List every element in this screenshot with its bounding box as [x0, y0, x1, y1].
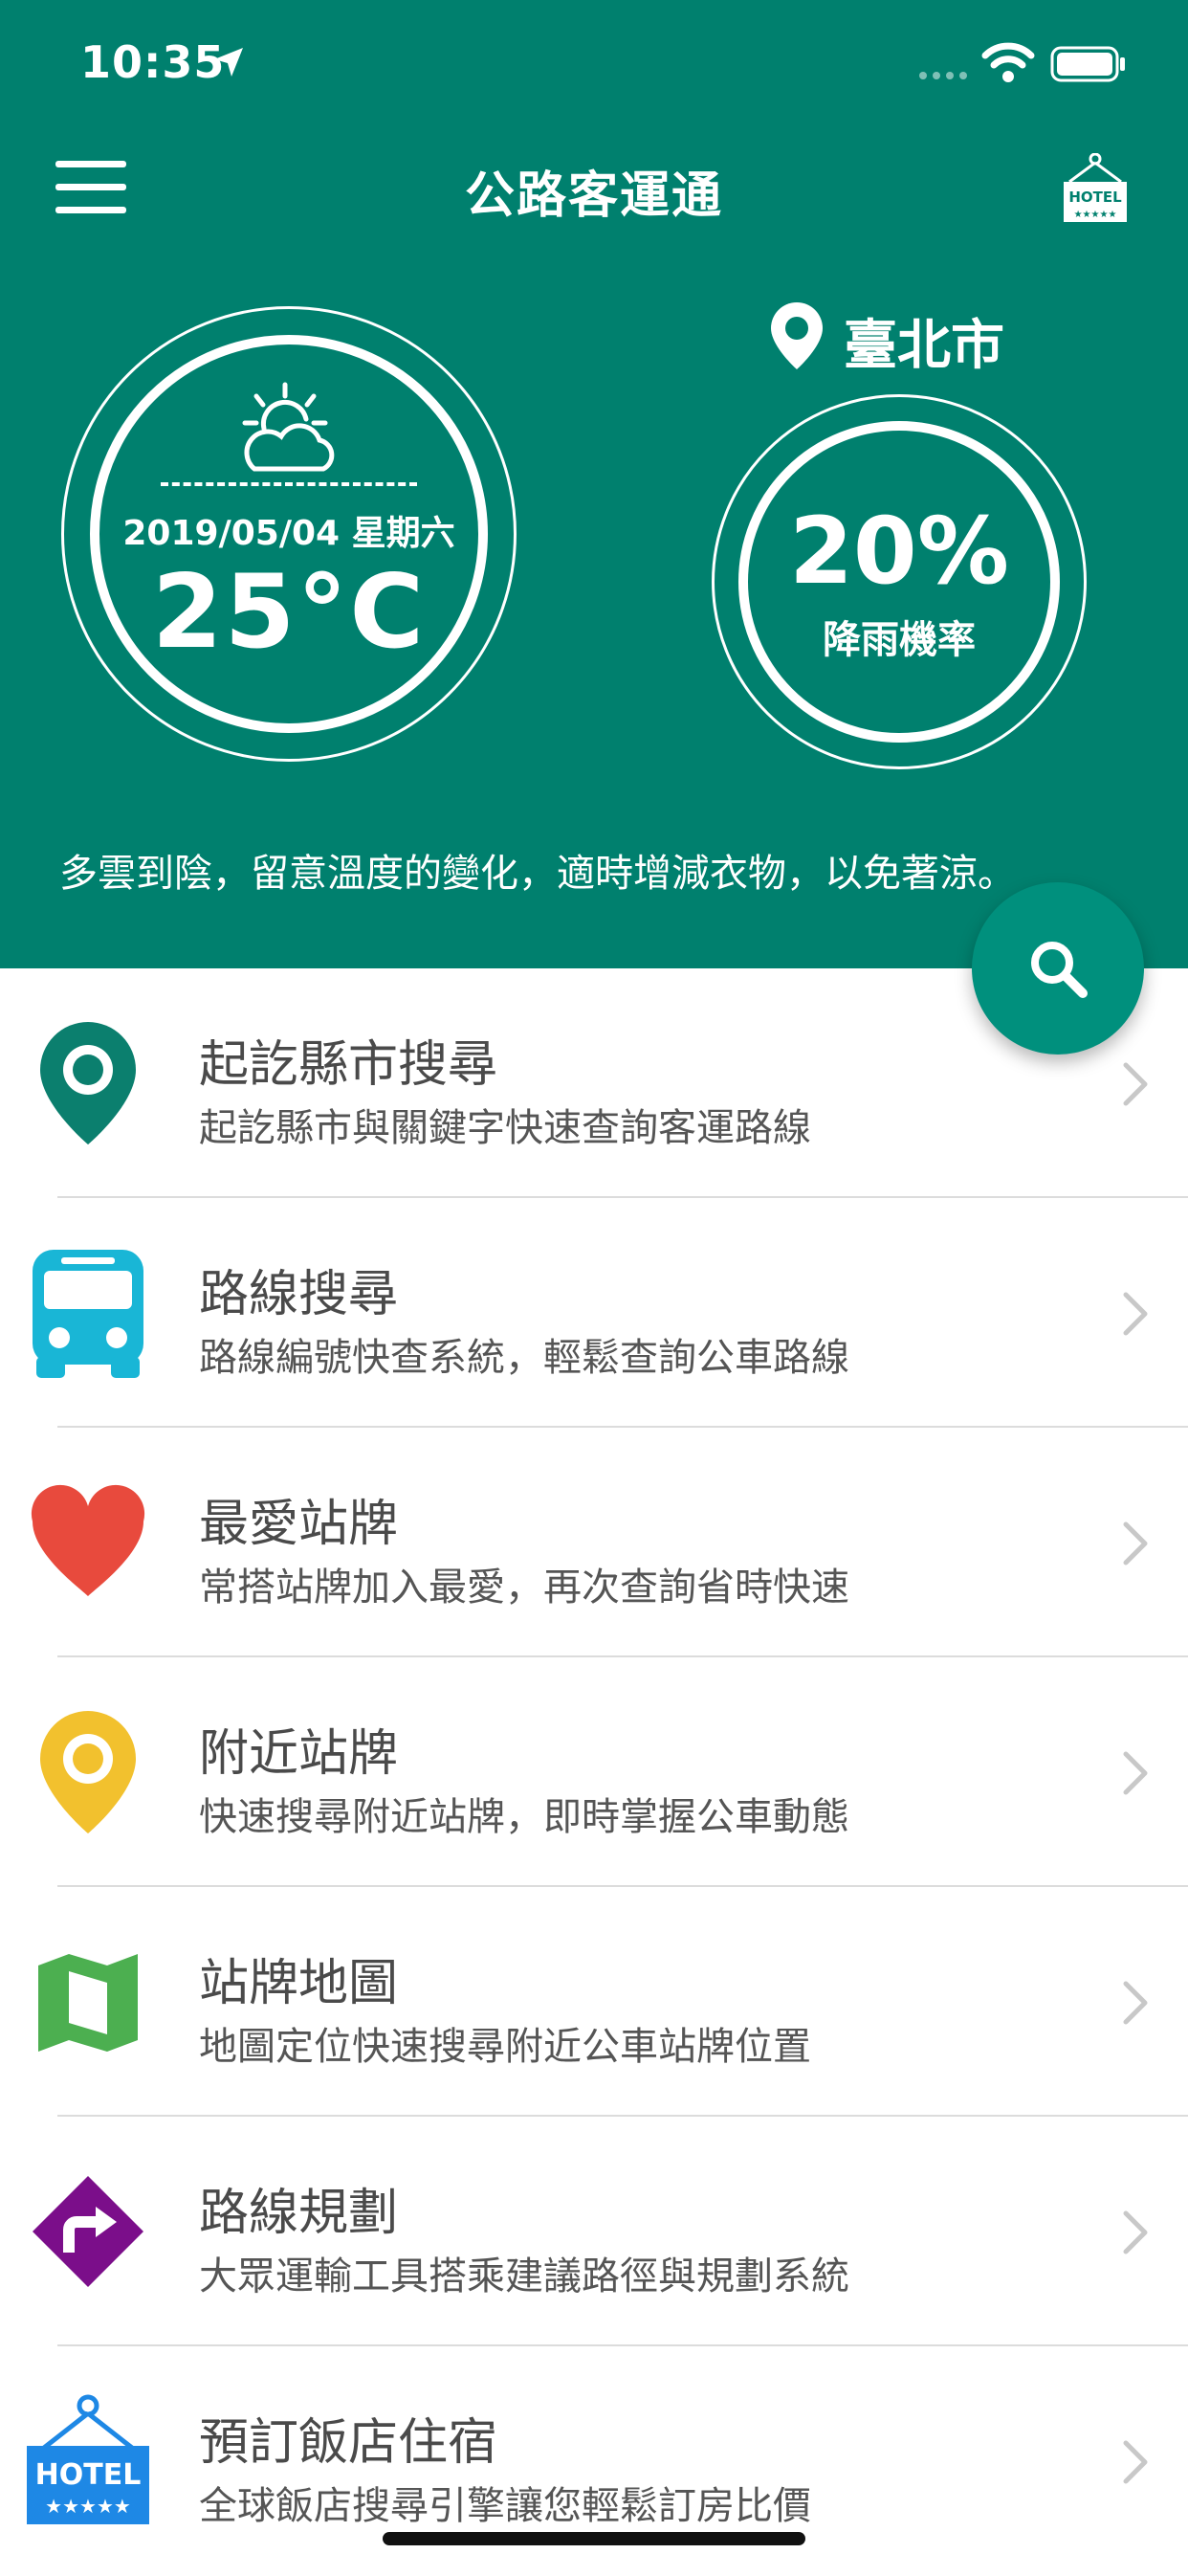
- weather-tip: 多雲到陰，留意溫度的變化，適時增減衣物，以免著涼。: [59, 852, 1016, 896]
- menu-item-title: 起訖縣市搜尋: [199, 1036, 498, 1094]
- map-icon: [38, 1954, 138, 2052]
- chevron-right-icon: [1123, 2440, 1148, 2484]
- hotel-sign-text: HOTEL: [35, 2458, 142, 2492]
- hotel-sign-stars: ★★★★★: [1074, 210, 1117, 220]
- location-arrow-icon: [214, 48, 243, 77]
- hotel-sign-icon: HOTEL ★★★★★: [27, 2394, 149, 2524]
- bus-icon: [33, 1250, 143, 1378]
- menu-item-stop-map[interactable]: 站牌地圖 地圖定位快速搜尋附近公車站牌位置: [0, 1887, 1188, 2117]
- hotel-sign-icon[interactable]: HOTEL ★★★★★: [1060, 153, 1131, 226]
- menu-item-city-search[interactable]: 起訖縣市搜尋 起訖縣市與關鍵字快速查詢客運路線: [0, 968, 1188, 1198]
- menu-item-favorite-stops[interactable]: 最愛站牌 常搭站牌加入最愛，再次查詢省時快速: [0, 1428, 1188, 1657]
- menu-item-desc: 大眾運輸工具搭乘建議路徑與規劃系統: [199, 2254, 849, 2298]
- chevron-right-icon: [1123, 1521, 1148, 1566]
- location-pin-icon: [40, 1711, 136, 1833]
- hotel-sign-stars: ★★★★★: [45, 2495, 131, 2518]
- menu-item-title: 站牌地圖: [199, 1955, 399, 2012]
- menu-item-desc: 起訖縣市與關鍵字快速查詢客運路線: [199, 1106, 811, 1150]
- menu-item-desc: 全球飯店搜尋引擎讓您輕鬆訂房比價: [199, 2484, 811, 2528]
- chevron-right-icon: [1123, 1292, 1148, 1336]
- chevron-right-icon: [1123, 1751, 1148, 1795]
- menu-item-desc: 常搭站牌加入最愛，再次查詢省時快速: [199, 1566, 849, 1610]
- wifi-icon: [981, 42, 1035, 82]
- menu-item-title: 預訂飯店住宿: [199, 2414, 498, 2472]
- menu-item-title: 路線規劃: [199, 2185, 399, 2242]
- location-pin-icon: [40, 1022, 136, 1144]
- signal-dots-icon: [919, 72, 967, 79]
- menu-item-route-planning[interactable]: 路線規劃 大眾運輸工具搭乘建議路徑與規劃系統: [0, 2117, 1188, 2346]
- menu-item-desc: 路線編號快查系統，輕鬆查詢公車路線: [199, 1336, 849, 1380]
- temperature: 25°C: [151, 553, 427, 671]
- heart-icon: [31, 1484, 145, 1596]
- header: 10:35 公路客運通 HOTEL ★★★★★ 2019/05/04 星期六 2…: [0, 0, 1188, 968]
- rain-probability: 20%: [789, 498, 1009, 605]
- menu-item-title: 路線搜尋: [199, 1266, 399, 1323]
- menu-item-route-search[interactable]: 路線搜尋 路線編號快查系統，輕鬆查詢公車路線: [0, 1198, 1188, 1428]
- weather-date: 2019/05/04 星期六: [122, 514, 455, 553]
- home-indicator[interactable]: [383, 2532, 805, 2545]
- battery-icon: [1050, 46, 1125, 82]
- location-pin-icon: [771, 302, 823, 369]
- divider-dashed: [161, 482, 417, 486]
- partly-cloudy-sun-icon: [242, 382, 335, 472]
- chevron-right-icon: [1123, 1981, 1148, 2025]
- menu-item-title: 最愛站牌: [199, 1496, 399, 1553]
- chevron-right-icon: [1123, 2210, 1148, 2254]
- menu-item-nearby-stops[interactable]: 附近站牌 快速搜尋附近站牌，即時掌握公車動態: [0, 1657, 1188, 1887]
- menu-item-title: 附近站牌: [199, 1725, 399, 1783]
- status-time: 10:35: [80, 36, 226, 88]
- hotel-sign-text: HOTEL: [1068, 189, 1122, 206]
- menu-item-desc: 地圖定位快速搜尋附近公車站牌位置: [199, 2025, 811, 2069]
- menu-item-desc: 快速搜尋附近站牌，即時掌握公車動態: [199, 1795, 849, 1839]
- page-title: 公路客運通: [464, 167, 723, 225]
- rain-label: 降雨機率: [823, 618, 976, 662]
- route-sign-icon: [33, 2176, 143, 2287]
- city-name[interactable]: 臺北市: [844, 302, 1004, 380]
- chevron-right-icon: [1123, 1062, 1148, 1106]
